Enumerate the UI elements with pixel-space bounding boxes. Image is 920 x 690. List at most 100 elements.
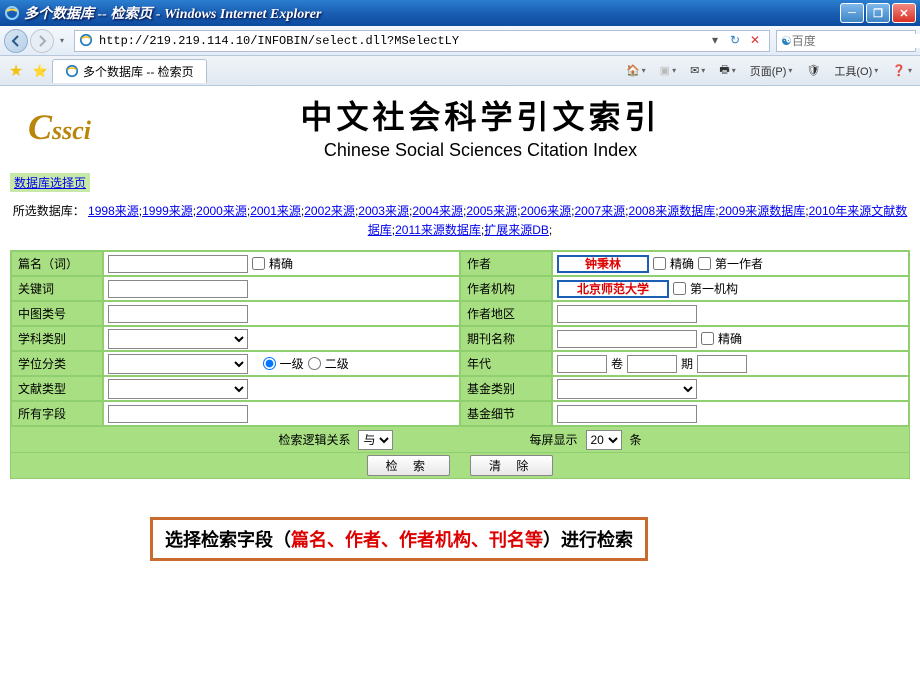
label-title: 篇名（词）	[11, 251, 103, 276]
instruction-box: 选择检索字段（篇名、作者、作者机构、刊名等）进行检索	[150, 517, 648, 561]
browser-tab[interactable]: 多个数据库 -- 检索页	[52, 59, 207, 83]
back-button[interactable]	[4, 29, 28, 53]
input-issue[interactable]	[697, 355, 747, 373]
favorites-button[interactable]: ★	[4, 59, 28, 83]
tab-bar: ★ ⭐ 多个数据库 -- 检索页 🏠▾ ▣▾ ✉▾ 🖶▾ 页面(P)▾ 🛡 工具…	[0, 56, 920, 86]
select-doctype[interactable]	[108, 379, 248, 399]
logic-bar: 检索逻辑关系 与 每屏显示 20 条	[10, 427, 910, 453]
window-controls: ─ ❐ ✕	[840, 3, 916, 23]
label-allfields: 所有字段	[11, 401, 103, 426]
label-year: 年代	[460, 351, 552, 376]
label-fund-type: 基金类别	[460, 376, 552, 401]
mail-button[interactable]: ✉▾	[686, 62, 709, 79]
cb-journal-exact[interactable]	[701, 332, 714, 345]
close-button[interactable]: ✕	[892, 3, 916, 23]
db-select-link[interactable]: 数据库选择页	[10, 173, 90, 192]
window-title: 多个数据库 -- 检索页 - Windows Internet Explorer	[24, 3, 840, 23]
mail-icon: ✉	[690, 64, 699, 77]
help-icon: ❓	[892, 64, 906, 77]
db-link[interactable]: 2000来源	[196, 204, 247, 218]
input-clc[interactable]	[108, 305, 248, 323]
rss-icon: ▣	[660, 64, 670, 77]
label-author-org: 作者机构	[460, 276, 552, 301]
db-link[interactable]: 2002来源	[304, 204, 355, 218]
addr-dropdown-icon[interactable]: ▾	[705, 31, 725, 51]
input-author-region[interactable]	[557, 305, 697, 323]
perpage-label: 每屏显示	[529, 431, 577, 448]
db-link[interactable]: 扩展来源DB	[484, 223, 549, 237]
input-keyword[interactable]	[108, 280, 248, 298]
help-button[interactable]: ❓▾	[888, 62, 916, 79]
search-input[interactable]	[792, 34, 920, 48]
search-form: 篇名（词） 精确 关键词 中图类号 学科类别 学位分类 一级	[10, 250, 910, 427]
page-menu[interactable]: 页面(P)▾	[746, 61, 797, 81]
home-icon: 🏠	[626, 64, 640, 77]
db-list-label: 所选数据库：	[13, 204, 85, 218]
stop-button[interactable]: ✕	[745, 31, 765, 51]
select-relation[interactable]: 与	[358, 430, 393, 450]
tab-title: 多个数据库 -- 检索页	[83, 63, 194, 80]
input-author-org[interactable]	[557, 280, 669, 298]
input-vol[interactable]	[627, 355, 677, 373]
select-subject[interactable]	[108, 329, 248, 349]
radio-level2[interactable]	[308, 357, 321, 370]
label-author: 作者	[460, 251, 552, 276]
db-link[interactable]: 2005来源	[466, 204, 517, 218]
print-button[interactable]: 🖶▾	[715, 59, 739, 82]
safety-menu[interactable]: 🛡	[802, 62, 824, 79]
forward-button[interactable]	[30, 29, 54, 53]
address-bar[interactable]: ▾ ↻ ✕	[74, 30, 770, 52]
db-link[interactable]: 2008来源数据库	[629, 204, 716, 218]
url-input[interactable]	[99, 34, 705, 48]
minimize-button[interactable]: ─	[840, 3, 864, 23]
db-link[interactable]: 2011来源数据库	[395, 223, 481, 237]
db-link[interactable]: 2003来源	[358, 204, 409, 218]
maximize-button[interactable]: ❐	[866, 3, 890, 23]
label-clc: 中图类号	[11, 301, 103, 326]
select-degree[interactable]	[108, 354, 248, 374]
cb-first-org[interactable]	[673, 282, 686, 295]
nav-history-dropdown[interactable]: ▾	[56, 36, 68, 45]
label-fund-detail: 基金细节	[460, 401, 552, 426]
page-title-en: Chinese Social Sciences Citation Index	[111, 140, 850, 161]
radio-level1[interactable]	[263, 357, 276, 370]
db-link[interactable]: 2009来源数据库	[719, 204, 806, 218]
favorites-add-button[interactable]: ⭐	[28, 59, 52, 83]
cb-author-exact[interactable]	[653, 257, 666, 270]
search-button[interactable]: 检 索	[367, 455, 450, 476]
home-button[interactable]: 🏠▾	[622, 62, 650, 79]
label-subject: 学科类别	[11, 326, 103, 351]
search-box[interactable]: ☯ 🔍	[776, 30, 916, 52]
window-titlebar: 多个数据库 -- 检索页 - Windows Internet Explorer…	[0, 0, 920, 26]
refresh-button[interactable]: ↻	[725, 31, 745, 51]
db-link[interactable]: 1998来源	[88, 204, 139, 218]
button-bar: 检 索 清 除	[10, 453, 910, 479]
db-link[interactable]: 2007来源	[574, 204, 625, 218]
rss-button[interactable]: ▣▾	[656, 62, 680, 79]
input-title[interactable]	[108, 255, 248, 273]
tools-menu[interactable]: 工具(O)▾	[830, 61, 882, 81]
db-link[interactable]: 2006来源	[520, 204, 571, 218]
input-journal[interactable]	[557, 330, 697, 348]
input-author[interactable]	[557, 255, 649, 273]
input-fund-detail[interactable]	[557, 405, 697, 423]
select-perpage[interactable]: 20	[586, 430, 622, 450]
toolbar-right: 🏠▾ ▣▾ ✉▾ 🖶▾ 页面(P)▾ 🛡 工具(O)▾ ❓▾	[622, 59, 916, 82]
db-link[interactable]: 1999来源	[142, 204, 193, 218]
input-allfields[interactable]	[108, 405, 248, 423]
label-journal: 期刊名称	[460, 326, 552, 351]
label-degree: 学位分类	[11, 351, 103, 376]
clear-button[interactable]: 清 除	[470, 455, 553, 476]
page-title-cn: 中文社会科学引文索引	[111, 92, 850, 138]
db-link[interactable]: 2004来源	[412, 204, 463, 218]
cb-first-author[interactable]	[698, 257, 711, 270]
page-icon	[79, 33, 95, 49]
print-icon: 🖶	[719, 61, 729, 80]
cb-title-exact[interactable]	[252, 257, 265, 270]
safety-icon: 🛡	[806, 64, 820, 77]
form-left-col: 篇名（词） 精确 关键词 中图类号 学科类别 学位分类 一级	[11, 251, 460, 426]
select-fund-type[interactable]	[557, 379, 697, 399]
db-link[interactable]: 2001来源	[250, 204, 301, 218]
input-year[interactable]	[557, 355, 607, 373]
selected-db-list: 所选数据库： 1998来源;1999来源;2000来源;2001来源;2002来…	[10, 202, 910, 240]
